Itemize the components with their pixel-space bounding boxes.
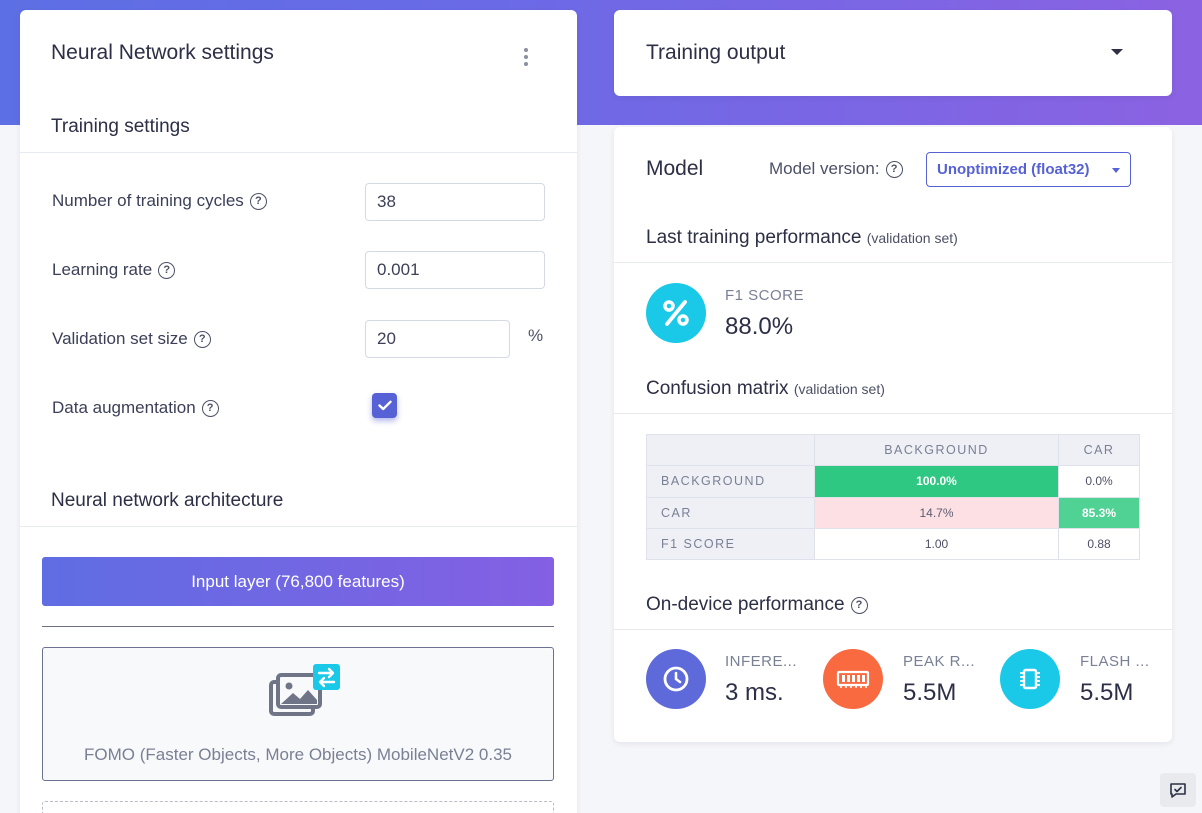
help-icon[interactable]: ? [249,192,267,210]
table-cell: 14.7% [813,496,1060,529]
peak-ram-value: 5.5M [903,679,957,706]
peak-ram-label: PEAK R... [903,653,976,670]
training-cycles-input[interactable] [365,183,545,221]
divider [20,526,577,527]
model-block-label: FOMO (Faster Objects, More Objects) Mobi… [84,745,512,764]
row-header: CAR [646,496,815,529]
input-layer-block[interactable]: Input layer (76,800 features) [42,557,554,606]
table-cell: 0.88 [1058,527,1140,561]
model-version-select[interactable]: Unoptimized (float32) [926,152,1131,187]
architecture-heading: Neural network architecture [51,490,284,511]
caret-down-icon [1112,168,1120,173]
table-row: BACKGROUND 100.0% 0.0% [646,465,1140,498]
on-device-performance-heading: On-device performance ? [646,594,868,616]
table-row: CAR 14.7% 85.3% [646,496,1140,529]
model-version-label: Model version: ? [769,159,903,179]
nn-settings-card: Neural Network settings Training setting… [20,10,577,813]
flash-usage-value: 5.5M [1080,679,1134,706]
model-card: Model Model version: ? Unoptimized (floa… [614,127,1172,742]
training-cycles-label: Number of training cycles ? [52,191,267,211]
kebab-vertical-icon[interactable] [521,48,531,66]
model-block-fomo[interactable]: FOMO (Faster Objects, More Objects) Mobi… [42,647,554,781]
help-icon[interactable]: ? [158,261,176,279]
training-output-title: Training output [646,41,786,64]
architecture-connector [42,626,554,627]
validation-size-input[interactable] [365,320,510,358]
percent-unit: % [528,326,544,345]
learning-rate-input[interactable] [365,251,545,289]
column-header: CAR [1058,433,1140,467]
row-header: BACKGROUND [646,465,815,498]
feedback-button[interactable] [1160,773,1196,807]
f1-score-value: 88.0% [725,313,794,340]
f1-score-label: F1 SCORE [725,287,805,304]
help-icon[interactable]: ? [201,399,219,417]
divider [614,262,1172,263]
clock-icon [646,649,706,709]
nn-settings-title: Neural Network settings [51,41,274,64]
model-title: Model [646,157,704,180]
table-row: F1 SCORE 1.00 0.88 [646,527,1140,561]
data-augmentation-checkbox[interactable] [372,393,397,418]
help-icon[interactable]: ? [193,330,211,348]
table-cell: 1.00 [813,527,1060,561]
training-output-card[interactable]: Training output [614,10,1172,96]
image-swap-icon [269,664,340,716]
confusion-matrix-heading: Confusion matrix (validation set) [646,378,885,399]
confusion-matrix-table: BACKGROUND CAR BACKGROUND 100.0% 0.0% CA… [646,433,1140,561]
inference-time-label: INFERE... [725,653,798,670]
column-header: BACKGROUND [813,433,1060,467]
help-icon[interactable]: ? [885,160,903,178]
last-training-performance-heading: Last training performance (validation se… [646,227,958,248]
feedback-icon [1170,782,1186,798]
divider [614,413,1172,414]
training-settings-heading: Training settings [51,116,190,137]
ram-icon [823,649,883,709]
divider [614,629,1172,630]
add-block-placeholder[interactable] [42,801,554,813]
data-augmentation-label: Data augmentation ? [52,398,219,418]
validation-size-label: Validation set size ? [52,329,211,349]
chevron-down-icon[interactable] [1111,49,1123,55]
table-corner-cell [646,433,815,467]
help-icon[interactable]: ? [850,596,868,614]
table-row: BACKGROUND CAR [646,433,1140,467]
checkmark-icon [377,400,392,411]
chip-icon [1000,649,1060,709]
flash-usage-label: FLASH ... [1080,653,1150,670]
inference-time-value: 3 ms. [725,679,784,706]
divider [20,152,577,153]
table-cell: 0.0% [1058,465,1140,498]
percent-icon [646,283,706,343]
learning-rate-label: Learning rate ? [52,260,176,280]
row-header: F1 SCORE [646,527,815,561]
table-cell: 85.3% [1058,496,1140,529]
table-cell: 100.0% [813,465,1060,498]
